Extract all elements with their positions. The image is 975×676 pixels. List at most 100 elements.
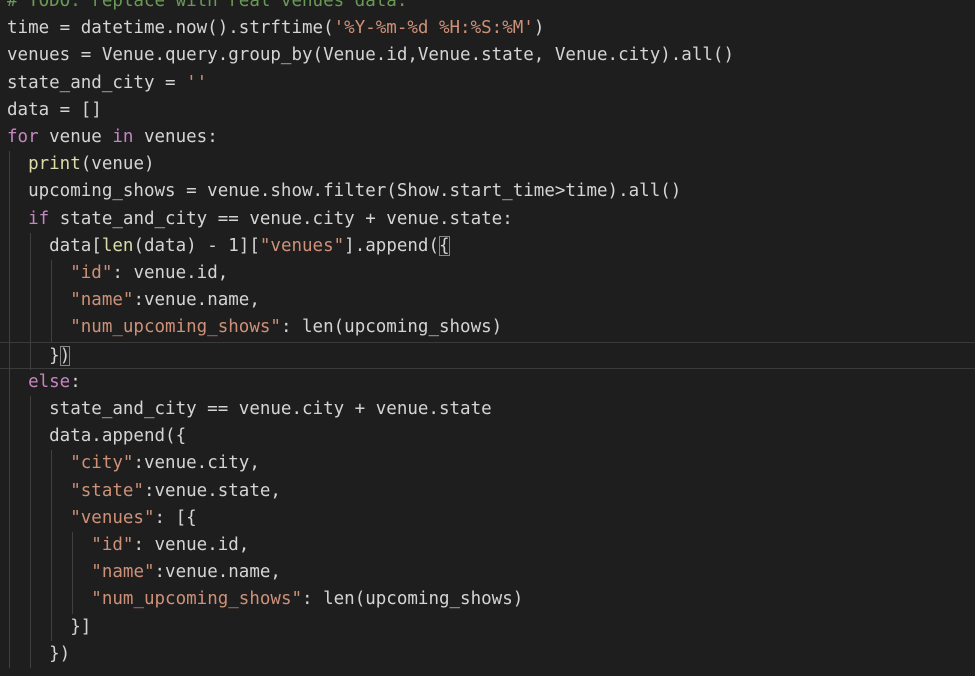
code-line[interactable]: "venues": [{: [0, 504, 975, 532]
code-line[interactable]: else:: [0, 368, 975, 396]
code-text: "name":venue.name,: [7, 287, 260, 314]
code-token: state_and_city =: [7, 72, 187, 93]
code-token: }: [7, 345, 60, 366]
code-token: print: [28, 154, 81, 175]
code-text: "venues": [{: [7, 505, 197, 532]
code-token: :venue.name,: [133, 290, 260, 311]
code-text: }): [7, 641, 70, 668]
code-line[interactable]: venues = Venue.query.group_by(Venue.id,V…: [0, 42, 975, 69]
code-line[interactable]: "num_upcoming_shows": len(upcoming_shows…: [0, 586, 975, 614]
code-token: "name": [91, 562, 155, 583]
code-token: {: [439, 235, 450, 256]
code-token: }): [7, 643, 71, 664]
code-line[interactable]: # TODO: replace with real venues data.: [0, 0, 975, 15]
code-token: ): [59, 345, 71, 366]
code-line[interactable]: "city":venue.city,: [0, 450, 975, 478]
code-token: time = datetime.now().strftime(: [7, 18, 334, 39]
code-token: :venue.name,: [154, 562, 281, 583]
code-line[interactable]: }): [0, 341, 975, 370]
code-line[interactable]: "id": venue.id,: [0, 532, 975, 560]
code-token: "num_upcoming_shows": [91, 589, 303, 610]
code-line[interactable]: state_and_city == venue.city + venue.sta…: [0, 396, 975, 424]
code-token: venue: [38, 127, 113, 147]
code-line[interactable]: "id": venue.id,: [0, 260, 975, 288]
code-text: else:: [7, 369, 81, 396]
code-text: "state":venue.state,: [7, 478, 281, 505]
code-token: : venue.id,: [112, 263, 229, 283]
code-text: data.append({: [7, 423, 186, 450]
code-line[interactable]: "num_upcoming_shows": len(upcoming_shows…: [0, 314, 975, 342]
code-text: time = datetime.now().strftime('%Y-%m-%d…: [7, 15, 544, 42]
code-line[interactable]: state_and_city = '': [0, 70, 975, 97]
code-line[interactable]: time = datetime.now().strftime('%Y-%m-%d…: [0, 15, 975, 42]
code-token: state_and_city == venue.city + venue.sta…: [49, 208, 513, 229]
code-token: for: [7, 127, 39, 147]
code-line[interactable]: }]: [0, 613, 975, 641]
code-token: "num_upcoming_shows": [70, 317, 281, 338]
code-token: ].append(: [344, 235, 439, 256]
code-token: len: [101, 235, 134, 256]
code-text: state_and_city = '': [7, 70, 207, 97]
code-text: upcoming_shows = venue.show.filter(Show.…: [7, 178, 681, 205]
code-line[interactable]: data.append({: [0, 423, 975, 451]
code-text: print(venue): [7, 151, 155, 178]
code-token: state_and_city == venue.city + venue.sta…: [7, 399, 492, 419]
code-text: "city":venue.city,: [7, 450, 260, 477]
code-text: }]: [7, 614, 91, 641]
code-token: venues = Venue.query.group_by(Venue.id,V…: [7, 45, 734, 66]
code-token: : len(upcoming_shows): [280, 317, 503, 338]
code-token: '%Y-%m-%d %H:%S:%M': [333, 18, 534, 39]
code-token: :: [70, 371, 81, 392]
code-line[interactable]: }): [0, 640, 975, 668]
code-line[interactable]: data = []: [0, 97, 975, 124]
code-token: '': [186, 72, 208, 93]
code-token: }]: [7, 616, 92, 637]
code-token: ): [533, 18, 545, 39]
code-editor[interactable]: # TODO: replace with real venues data. ti…: [0, 0, 975, 676]
code-token: # TODO: replace with real venues data.: [7, 0, 408, 11]
code-token: "city": [70, 453, 134, 474]
code-line[interactable]: if state_and_city == venue.city + venue.…: [0, 205, 975, 233]
code-text: "id": venue.id,: [7, 532, 249, 559]
code-token: data[: [7, 235, 102, 256]
code-text: "name":venue.name,: [7, 559, 281, 586]
code-token: venues:: [133, 127, 218, 147]
code-token: "id": [91, 535, 134, 555]
code-text: venues = Venue.query.group_by(Venue.id,V…: [7, 42, 734, 69]
code-line[interactable]: print(venue): [0, 151, 975, 179]
code-line[interactable]: "name":venue.name,: [0, 559, 975, 587]
code-text: }): [7, 343, 71, 370]
code-token: upcoming_shows = venue.show.filter(Show.…: [7, 181, 682, 202]
code-line[interactable]: "name":venue.name,: [0, 287, 975, 315]
code-text: data = []: [7, 97, 102, 124]
code-line[interactable]: for venue in venues:: [0, 124, 975, 151]
code-text: for venue in venues:: [7, 124, 218, 151]
code-token: : len(upcoming_shows): [302, 589, 524, 610]
code-token: data.append({: [7, 426, 187, 447]
code-text: "num_upcoming_shows": len(upcoming_shows…: [7, 314, 502, 341]
code-line[interactable]: data[len(data) - 1]["venues"].append({: [0, 232, 975, 260]
code-token: (venue): [80, 154, 155, 175]
code-text: data[len(data) - 1]["venues"].append({: [7, 233, 450, 260]
code-token: if: [28, 208, 50, 229]
code-token: : [{: [154, 507, 197, 528]
code-token: in: [112, 127, 134, 147]
code-text: "num_upcoming_shows": len(upcoming_shows…: [7, 586, 523, 613]
code-token: data = []: [7, 99, 102, 120]
code-token: :venue.city,: [133, 453, 260, 474]
code-line[interactable]: "state":venue.state,: [0, 477, 975, 505]
code-text: if state_and_city == venue.city + venue.…: [7, 206, 513, 233]
code-line[interactable]: upcoming_shows = venue.show.filter(Show.…: [0, 178, 975, 206]
code-token: "name": [70, 290, 134, 311]
